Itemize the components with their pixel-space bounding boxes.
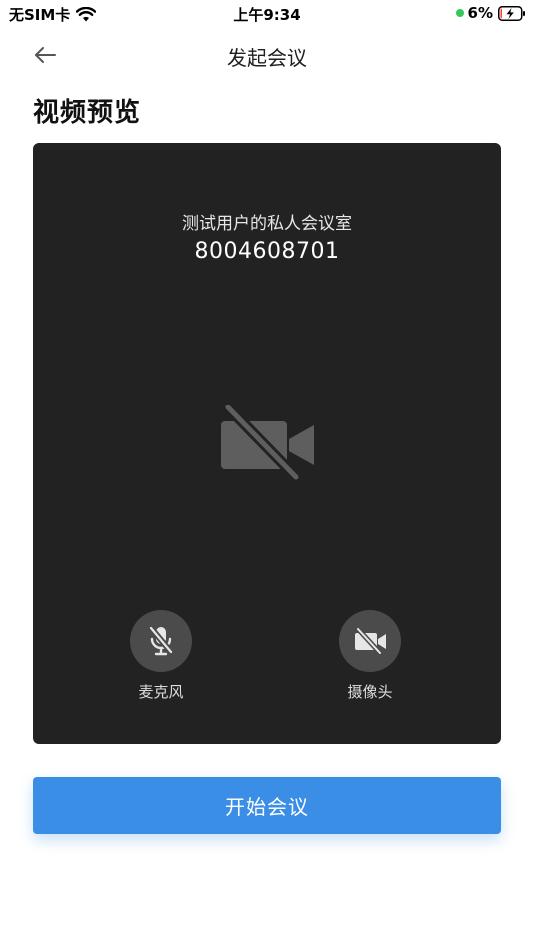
microphone-button[interactable] <box>130 610 192 672</box>
battery-percent: 6% <box>467 4 493 22</box>
microphone-toggle[interactable]: 麦克风 <box>121 610 201 702</box>
camera-label: 摄像头 <box>347 683 393 701</box>
battery-charging-icon <box>498 5 526 21</box>
section-heading: 视频预览 <box>33 98 142 128</box>
microphone-label: 麦克风 <box>138 683 184 701</box>
status-bar: 无SIM卡 上午9:34 6% <box>0 0 534 28</box>
page-title: 发起会议 <box>227 46 307 70</box>
start-meeting-button[interactable]: 开始会议 <box>33 777 501 834</box>
room-id: 8004608701 <box>194 239 340 264</box>
status-right: 6% <box>455 4 526 22</box>
green-indicator-dot <box>455 9 464 17</box>
room-name: 测试用户的私人会议室 <box>182 214 352 234</box>
nav-bar: 发起会议 <box>0 34 534 78</box>
camera-off-icon <box>355 628 386 654</box>
mic-off-icon <box>149 626 173 656</box>
camera-toggle[interactable]: 摄像头 <box>330 610 410 702</box>
video-preview-panel: 测试用户的私人会议室 8004608701 麦克风 摄像头 <box>33 143 501 744</box>
camera-button[interactable] <box>339 610 401 672</box>
camera-off-icon <box>218 404 318 481</box>
status-time: 上午9:34 <box>233 6 301 24</box>
